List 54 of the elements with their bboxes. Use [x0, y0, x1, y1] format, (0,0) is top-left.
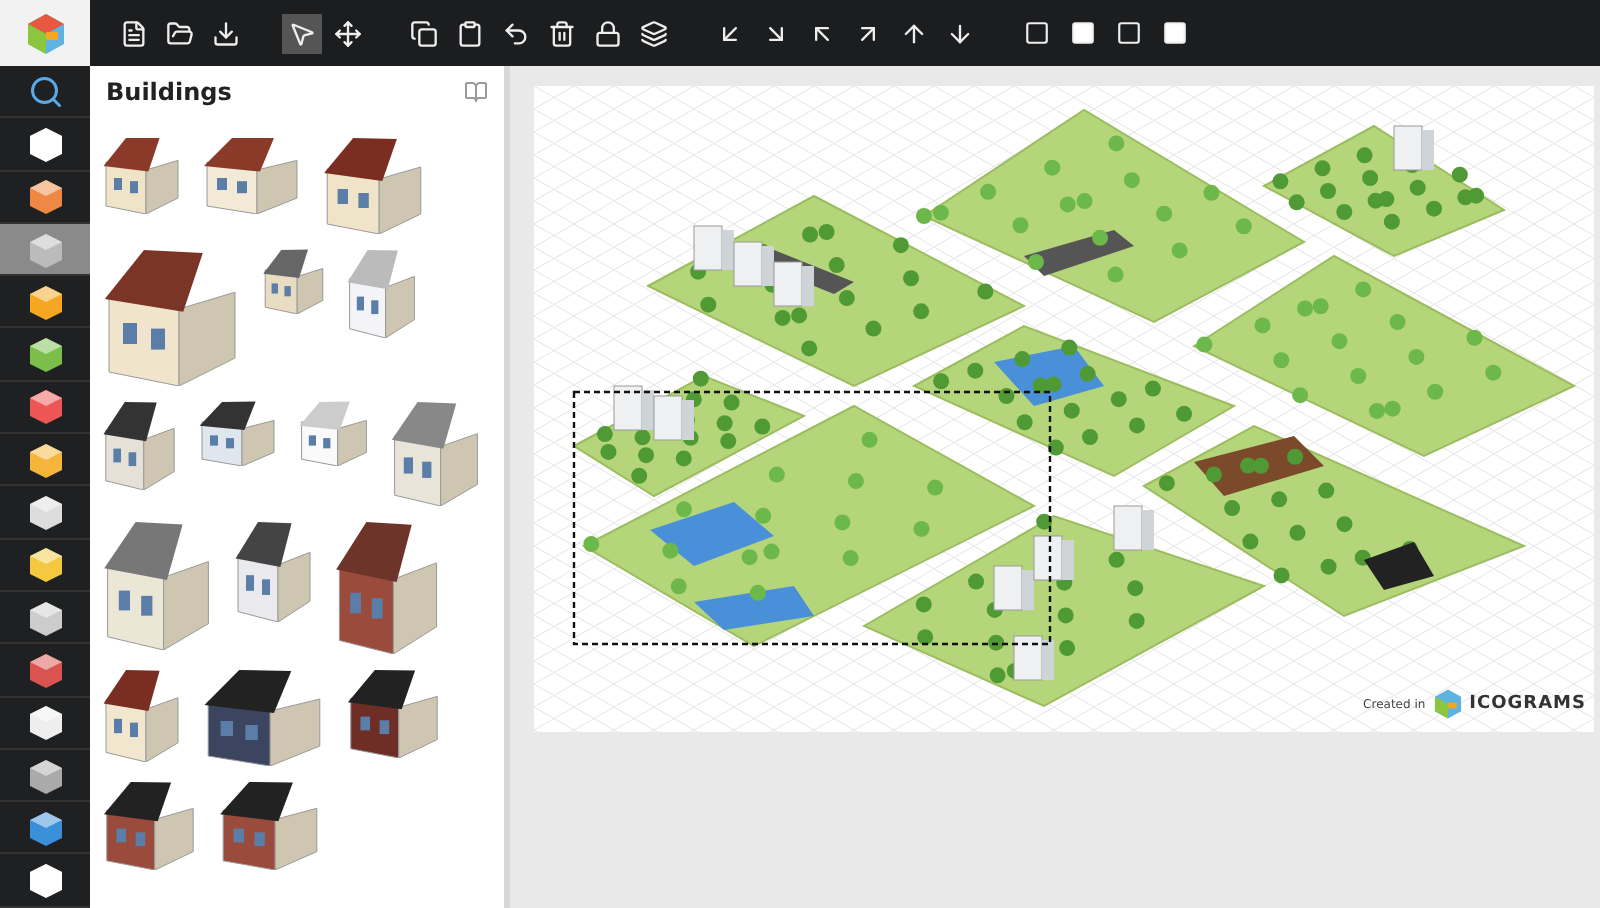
move-icon — [334, 19, 362, 47]
building-icon[interactable] — [103, 138, 179, 214]
square-icon — [1023, 20, 1049, 46]
clipboard-icon — [456, 19, 484, 47]
building-icon[interactable] — [104, 250, 236, 386]
book-icon[interactable] — [464, 80, 488, 104]
square-icon — [1161, 20, 1187, 46]
cube-icon — [25, 334, 65, 375]
building-icon[interactable] — [103, 670, 179, 762]
cube-icon — [25, 281, 65, 322]
pointer-icon — [288, 19, 316, 47]
square-icon — [1069, 20, 1095, 46]
arrow-icon — [946, 19, 974, 47]
building-icon[interactable] — [103, 782, 194, 870]
trash-icon — [548, 19, 576, 47]
building-icon[interactable] — [204, 670, 321, 766]
lock-icon — [594, 19, 622, 47]
cube-icon — [25, 123, 65, 164]
building-icon[interactable] — [336, 522, 438, 654]
folder-icon — [166, 19, 194, 47]
cube-icon — [25, 755, 65, 795]
logo-icon — [23, 11, 67, 55]
cube-icon — [25, 649, 65, 690]
logo-icon — [1431, 688, 1464, 720]
document-icon — [120, 19, 148, 47]
square-icon — [1115, 20, 1141, 46]
panel-title: Buildings — [106, 78, 232, 106]
cube-icon — [25, 702, 65, 743]
building-icon[interactable] — [347, 670, 438, 758]
search-icon — [27, 73, 63, 110]
category-tab[interactable] — [0, 223, 90, 277]
cube-icon — [25, 597, 65, 638]
selection-rectangle[interactable] — [572, 390, 1052, 646]
building-icon[interactable] — [235, 522, 311, 622]
cube-icon — [25, 807, 65, 848]
undo-icon — [502, 19, 530, 47]
building-icon[interactable] — [220, 782, 318, 870]
cube-icon — [25, 860, 65, 901]
building-icon[interactable] — [324, 138, 422, 234]
building-icon[interactable] — [199, 401, 275, 466]
cube-icon — [25, 544, 65, 585]
building-icon[interactable] — [204, 138, 298, 214]
download-icon — [212, 19, 240, 47]
copy-icon — [410, 19, 438, 47]
cube-icon — [25, 386, 65, 427]
cube-icon — [25, 176, 65, 217]
layers-icon — [640, 19, 668, 47]
building-icon[interactable] — [103, 402, 175, 490]
cube-icon — [25, 492, 65, 533]
cube-icon — [25, 439, 65, 480]
arrow-icon — [900, 19, 928, 47]
brand-name: ICOGRAMS — [1469, 694, 1586, 714]
select-tool-button[interactable] — [282, 13, 322, 53]
cube-icon — [25, 229, 65, 270]
